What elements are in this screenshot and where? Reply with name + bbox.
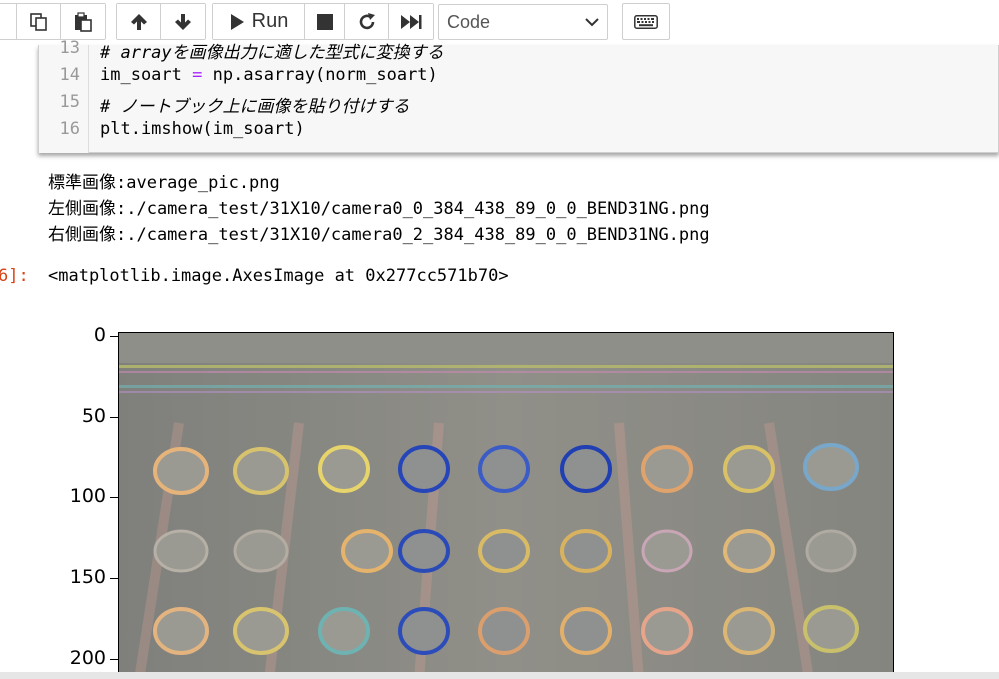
code-line: 15 # ノートブック上に画像を貼り付けする (39, 92, 999, 119)
y-tick (110, 336, 118, 337)
stop-button[interactable] (305, 4, 345, 39)
stdout-line: 標準画像:average_pic.png (48, 173, 280, 193)
move-up-icon (130, 13, 147, 30)
copy-icon (29, 12, 47, 31)
difference-image (119, 333, 893, 679)
code-operator: = (192, 65, 203, 85)
code-token: np.asarray(norm_soart) (202, 65, 438, 85)
y-tick-label: 150 (69, 566, 106, 588)
code-text: im_soart = np.asarray(norm_soart) (100, 65, 438, 85)
chevron-down-icon (585, 18, 599, 27)
restart-button[interactable] (345, 4, 389, 39)
line-number: 16 (59, 119, 80, 139)
cut-button[interactable] (0, 4, 17, 39)
run-button-label: Run (251, 10, 289, 32)
line-number: 14 (59, 65, 80, 85)
move-up-button[interactable] (117, 4, 161, 39)
y-tick-label: 50 (81, 405, 106, 427)
line-number: 13 (59, 38, 80, 58)
y-tick (110, 417, 118, 418)
code-line: 13 # arrayを画像出力に適した型式に変換する (39, 38, 999, 65)
move-down-icon (175, 13, 191, 30)
run-button[interactable]: Run (213, 4, 305, 39)
output-result: <matplotlib.image.AxesImage at 0x277cc57… (48, 266, 509, 286)
y-tick-label: 100 (69, 485, 106, 507)
line-number: 15 (59, 92, 80, 112)
y-tick-label: 0 (93, 324, 106, 346)
cell-type-value: Code (447, 11, 491, 32)
paste-icon (75, 11, 92, 32)
run-icon (230, 13, 244, 30)
y-tick (110, 497, 118, 498)
fast-forward-button[interactable] (389, 4, 433, 39)
code-cell: 13 # arrayを画像出力に適した型式に変換する 14 im_soart =… (0, 38, 999, 155)
imshow-plot: 0 50 100 150 200 (46, 305, 916, 679)
code-line: 14 im_soart = np.asarray(norm_soart) (39, 65, 999, 92)
y-tick (110, 578, 118, 579)
code-editor[interactable]: 13 # arrayを画像出力に適した型式に変換する 14 im_soart =… (38, 38, 999, 153)
stop-icon (316, 13, 333, 30)
keyboard-icon (634, 14, 658, 29)
paste-button[interactable] (61, 4, 105, 39)
code-text: plt.imshow(im_soart) (100, 119, 305, 139)
restart-icon (359, 12, 375, 29)
stdout-line: 右側画像:./camera_test/31X10/camera0_2_384_4… (48, 225, 710, 245)
page-bottom-edge (0, 672, 999, 679)
move-button-group (116, 3, 206, 40)
code-line: 16 plt.imshow(im_soart) (39, 119, 999, 146)
stdout-line: 左側画像:./camera_test/31X10/camera0_0_384_4… (48, 199, 710, 219)
code-comment: # arrayを画像出力に適した型式に変換する (100, 43, 444, 63)
fast-forward-icon (401, 14, 422, 29)
command-palette-button[interactable] (622, 3, 670, 40)
cell-type-select[interactable]: Code (438, 4, 608, 40)
code-token: im_soart (100, 65, 193, 85)
move-down-button[interactable] (161, 4, 205, 39)
output-prompt: 6]: (0, 266, 29, 286)
y-tick (110, 659, 118, 660)
copy-button[interactable] (17, 4, 61, 39)
y-tick-label: 200 (69, 647, 106, 669)
run-button-group: Run (212, 3, 434, 40)
plot-image (118, 332, 894, 679)
code-comment: # ノートブック上に画像を貼り付けする (100, 97, 410, 117)
edit-button-group (0, 3, 106, 40)
